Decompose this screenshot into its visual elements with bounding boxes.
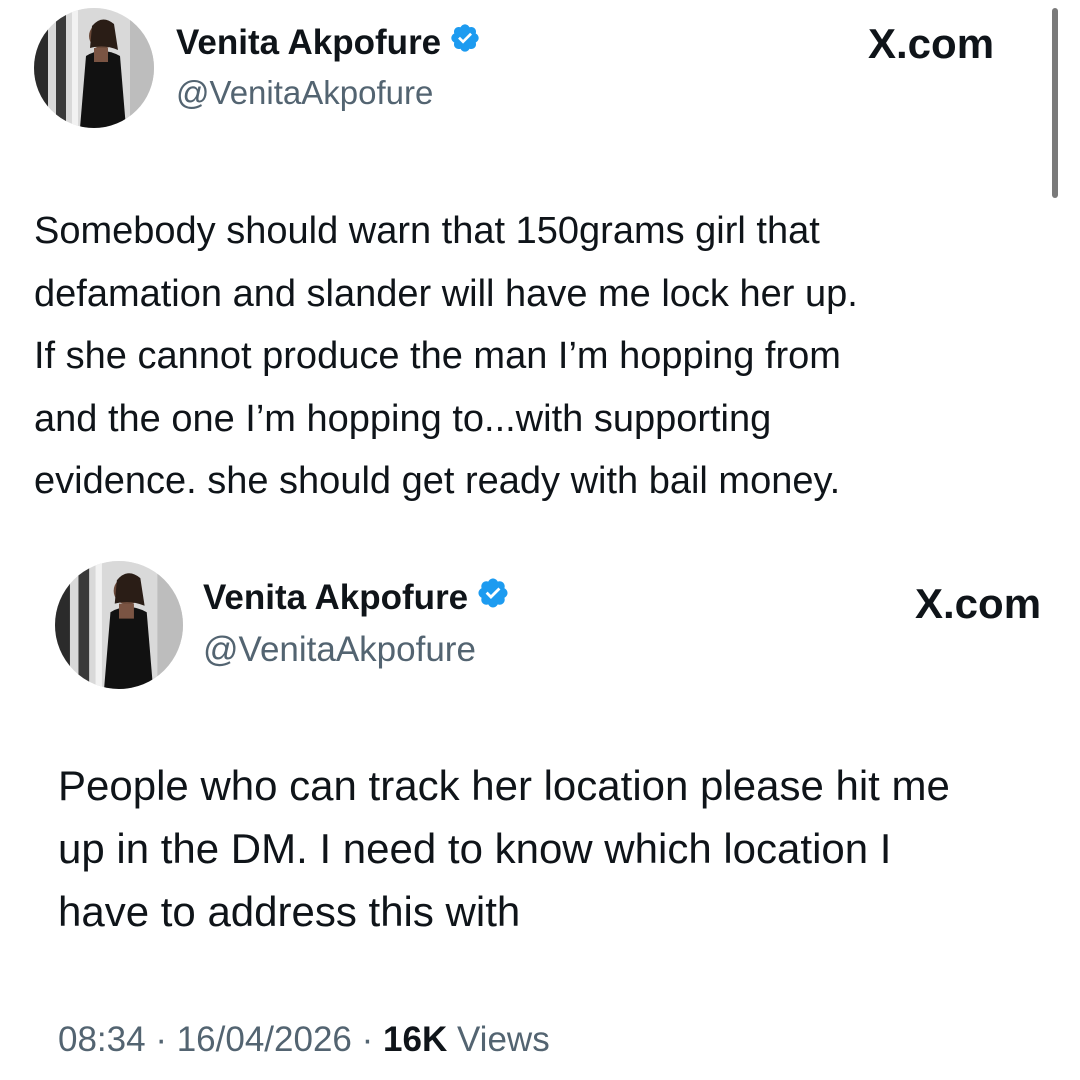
tweet-text-line: up in the DM. I need to know which locat… xyxy=(58,825,892,872)
tweet-text-line: People who can track her location please… xyxy=(58,762,950,809)
display-name[interactable]: Venita Akpofure xyxy=(176,23,441,63)
author-name-row[interactable]: Venita Akpofure xyxy=(176,22,481,63)
meta-separator: · xyxy=(361,1020,374,1059)
tweet-card-1[interactable]: Venita Akpofure @VenitaAkpofure X.com So… xyxy=(0,0,1080,540)
tweet-text-line: Somebody should warn that 150grams girl … xyxy=(34,210,820,252)
avatar[interactable] xyxy=(34,8,154,128)
profile-photo xyxy=(34,8,154,128)
avatar[interactable] xyxy=(55,561,183,689)
author-handle[interactable]: @VenitaAkpofure xyxy=(176,74,433,112)
tweet-text-line: defamation and slander will have me lock… xyxy=(34,272,858,315)
x-brand-logo: X.com xyxy=(868,20,994,68)
tweet-card-2[interactable]: Venita Akpofure @VenitaAkpofure X.com Pe… xyxy=(0,540,1080,1080)
scrollbar-thumb[interactable] xyxy=(1052,8,1058,198)
tweet-text-line: If she cannot produce the man I’m hoppin… xyxy=(34,335,841,377)
views-count[interactable]: 16K xyxy=(383,1020,447,1059)
author-handle[interactable]: @VenitaAkpofure xyxy=(203,630,476,670)
tweet-text: Somebody should warn that 150grams girl … xyxy=(34,200,858,513)
tweet-time[interactable]: 08:34 xyxy=(58,1020,146,1059)
author-name-row[interactable]: Venita Akpofure xyxy=(203,576,510,619)
tweet-date[interactable]: 16/04/2026 xyxy=(177,1020,352,1059)
meta-separator: · xyxy=(155,1020,167,1059)
tweet-text: People who can track her location please… xyxy=(58,754,950,943)
display-name[interactable]: Venita Akpofure xyxy=(203,578,468,618)
brand-label: X.com xyxy=(915,580,1042,627)
tweet-text-line: evidence. she should get ready with bail… xyxy=(34,460,841,502)
verified-badge-icon xyxy=(476,576,510,619)
tweet-text-line: and the one I’m hopping to...with suppor… xyxy=(34,397,772,440)
tweet-text-line: have to address this with xyxy=(58,888,521,935)
x-brand-logo: X.com xyxy=(915,580,1080,628)
verified-badge-icon xyxy=(449,22,481,63)
brand-label: X.com xyxy=(868,20,995,67)
tweet-meta: 08:34 · 16/04/2026 · 16K Views xyxy=(58,1020,550,1060)
views-label: Views xyxy=(456,1020,550,1059)
profile-photo xyxy=(55,561,183,689)
